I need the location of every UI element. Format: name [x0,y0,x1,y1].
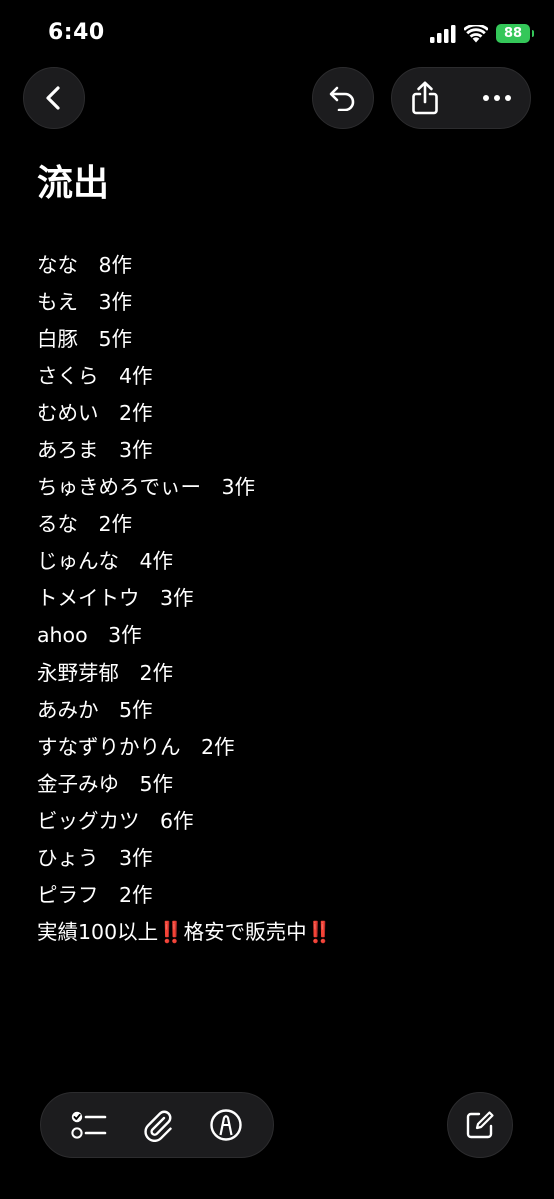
action-group [391,67,531,129]
signal-icon [430,24,456,43]
paperclip-icon [142,1108,174,1142]
undo-button[interactable] [312,67,374,129]
note-line[interactable]: トメイトウ 3作 [37,580,332,617]
note-line[interactable]: 実績100以上‼️格安で販売中‼️ [37,914,332,951]
wifi-icon [464,24,488,43]
compose-icon [464,1109,496,1141]
note-line[interactable]: 永野芽郁 2作 [37,655,332,692]
note-line[interactable]: じゅんな 4作 [37,543,332,580]
note-line[interactable]: あろま 3作 [37,432,332,469]
status-bar: 6:40 88 [0,0,554,70]
note-line[interactable]: ピラフ 2作 [37,877,332,914]
undo-icon [328,85,358,111]
note-line[interactable]: 金子みゆ 5作 [37,766,332,803]
note-line[interactable]: ビッグカツ 6作 [37,803,332,840]
status-time: 6:40 [48,20,105,45]
more-icon [482,94,512,102]
note-line[interactable]: ちゅきめろでぃー 3作 [37,469,332,506]
note-line[interactable]: さくら 4作 [37,358,332,395]
attachment-button[interactable] [142,1108,174,1142]
note-line[interactable]: すなずりかりん 2作 [37,729,332,766]
share-icon [410,81,440,115]
status-icons: 88 [430,24,534,43]
note-body[interactable]: なな 8作 もえ 3作 白豚 5作 さくら 4作 むめい 2作 あろま 3作 ちゅきめろでぃ… [37,247,332,951]
more-button[interactable] [482,94,512,102]
battery-level: 88 [503,26,523,41]
checklist-button[interactable] [71,1109,107,1141]
markup-icon [209,1108,243,1142]
note-line[interactable]: るな 2作 [37,506,332,543]
back-button[interactable] [23,67,85,129]
note-title[interactable]: 流出 [37,154,109,206]
note-line[interactable]: 白豚 5作 [37,321,332,358]
note-line[interactable]: ひょう 3作 [37,840,332,877]
back-icon [43,85,65,111]
checklist-icon [71,1109,107,1141]
note-line[interactable]: むめい 2作 [37,395,332,432]
note-line[interactable]: なな 8作 [37,247,332,284]
bottom-toolbar [40,1092,274,1158]
markup-button[interactable] [209,1108,243,1142]
note-line[interactable]: あみか 5作 [37,692,332,729]
note-line[interactable]: ahoo 3作 [37,617,332,654]
compose-button[interactable] [447,1092,513,1158]
note-line[interactable]: もえ 3作 [37,284,332,321]
battery-icon: 88 [496,24,534,43]
share-button[interactable] [410,81,440,115]
